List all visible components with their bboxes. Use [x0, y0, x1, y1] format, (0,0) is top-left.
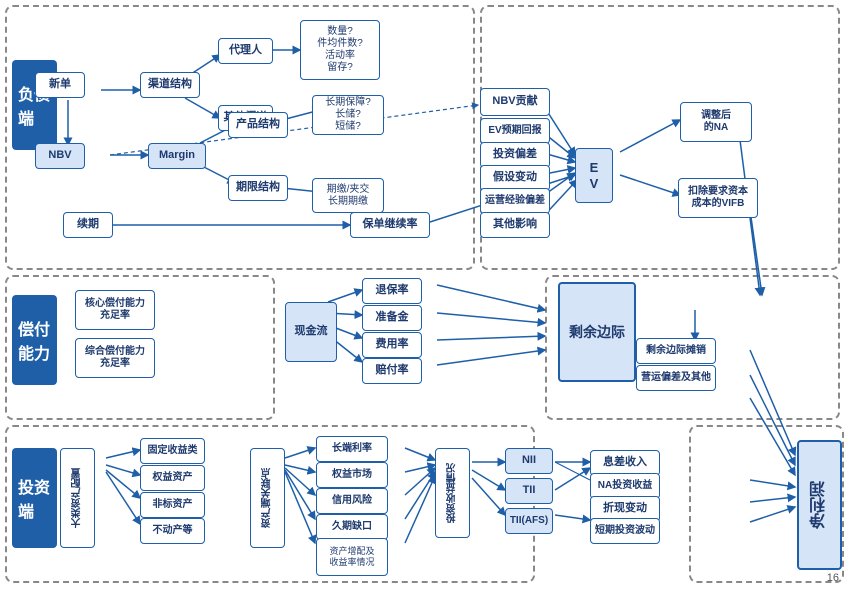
box-zonghe-fuzhi: 综合偿付能力 充足率 — [75, 338, 155, 378]
label-solvency: 偿付能力 — [12, 295, 57, 385]
box-zichan-guanliandian: 资产端关联点 — [250, 448, 285, 548]
label-investment: 投资端 — [12, 448, 57, 548]
box-net-profit: 净利润 — [797, 440, 842, 570]
box-qudao: 渠道结构 — [140, 72, 200, 98]
box-hexin-fuzhi: 核心偿付能力 充足率 — [75, 290, 155, 330]
box-tiaozheng-na: 调整后 的NA — [680, 102, 752, 142]
box-qixianfuji: 期缴/夹交 长期期缴 — [312, 178, 384, 213]
box-dalei-peizhi: 大类资产配置 — [60, 448, 95, 548]
box-duanqi-biandong: 短期投资波动 — [590, 518, 660, 544]
box-dailiren: 代理人 — [218, 38, 273, 64]
box-nbv-gongxian: NBV贡献 — [480, 88, 550, 116]
diagram-container: 负债端 偿付能力 投资端 新单 渠道结构 代理人 其他渠道 数量? 件均件数? … — [0, 0, 849, 589]
box-xinyong-fengxian: 信用风险 — [316, 488, 388, 514]
box-shengyu-bianjishao: 剩余边际摊销 — [636, 338, 716, 364]
box-budongchan: 不动产等 — [140, 518, 205, 544]
box-shengyu-bianjie: 剩余边际 — [558, 282, 636, 382]
box-daili-detail: 数量? 件均件数? 活动率 留存? — [300, 20, 380, 80]
box-margin: Margin — [148, 143, 206, 169]
box-xindan: 新单 — [35, 72, 85, 98]
box-quanyi-shichang: 权益市场 — [316, 462, 388, 488]
box-feibiao-zichan: 非标资产 — [140, 492, 205, 518]
box-kouchu-vifb: 扣除要求资本 成本的VIFB — [678, 178, 758, 218]
box-qita-yingxiang: 其他影响 — [480, 212, 550, 238]
box-baoxian-jixulv: 保单继续率 — [350, 212, 430, 238]
box-feiyonglv: 费用率 — [362, 332, 422, 358]
box-changqi: 长期保障? 长储? 短储? — [312, 95, 384, 135]
box-chanpin: 产品结构 — [228, 112, 288, 138]
page-number: 16 — [827, 572, 839, 584]
box-xianjinliu: 现金流 — [285, 302, 337, 362]
box-yunying-pianca: 运营经验偏差 — [480, 188, 550, 214]
box-zichan-zengpei: 资产增配及 收益率情况 — [316, 538, 388, 576]
box-xuqi: 续期 — [63, 212, 113, 238]
box-tii: TII — [505, 478, 553, 504]
box-nii: NII — [505, 448, 553, 474]
box-peifulv: 赔付率 — [362, 358, 422, 384]
box-yingwun-pianca: 营运偏差及其他 — [636, 365, 716, 391]
box-changyuan-lilv: 长端利率 — [316, 436, 388, 462]
box-tii-afs: TII(AFS) — [505, 508, 553, 534]
box-tuibao: 退保率 — [362, 278, 422, 304]
box-ev-yuqi: EV预期回报 — [480, 118, 550, 144]
box-zhunbeijin: 准备金 — [362, 305, 422, 331]
box-ev: E V — [575, 148, 613, 203]
box-jiuqi-qukou: 久期缺口 — [316, 514, 388, 540]
box-quanyi-zichan: 权益资产 — [140, 465, 205, 491]
box-gudingshoulei: 固定收益类 — [140, 438, 205, 464]
box-touzi-shouyiqingkuang: 投资收益情况 — [435, 448, 470, 538]
box-nbv: NBV — [35, 143, 85, 169]
box-qixian: 期限结构 — [228, 175, 288, 201]
